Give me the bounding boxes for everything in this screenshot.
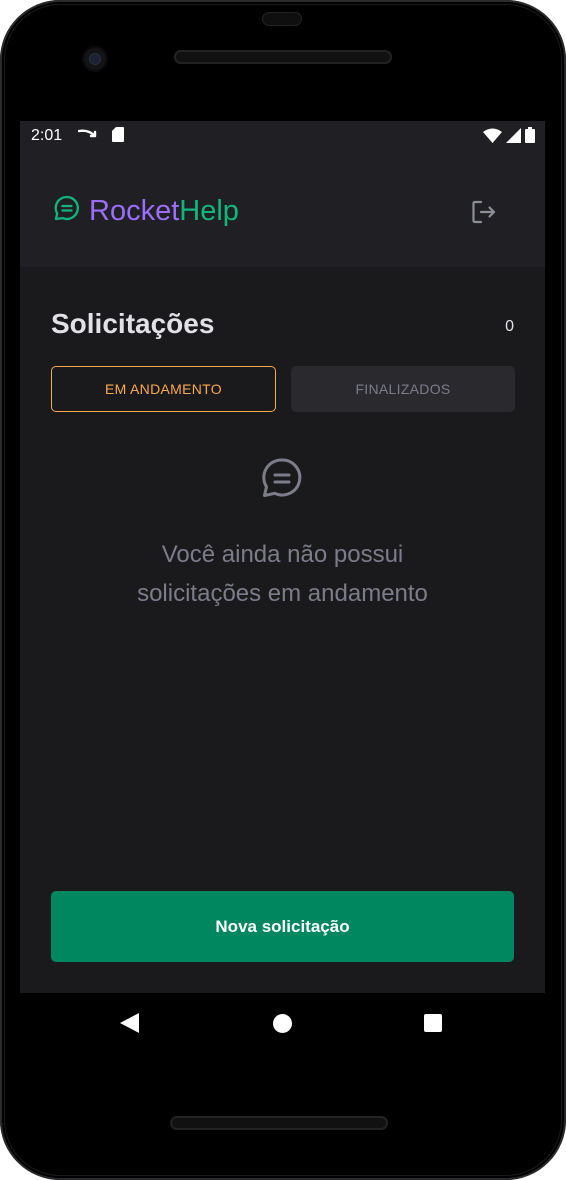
- phone-frame: 2:01 RocketHelp Solicitações 0 EM ANDAME…: [0, 0, 566, 1180]
- front-camera: [82, 46, 108, 72]
- status-time: 2:01: [31, 127, 63, 144]
- wifi-icon: [483, 128, 502, 148]
- new-request-button[interactable]: Nova solicitação: [51, 891, 514, 962]
- request-count: 0: [505, 318, 514, 335]
- status-system-icons: [483, 127, 535, 148]
- top-speaker: [174, 50, 392, 64]
- status-bar: 2:01: [20, 121, 545, 151]
- status-notification-icons: [77, 127, 124, 147]
- app-logo: RocketHelp: [53, 194, 239, 227]
- empty-message-line2: solicitações em andamento: [137, 580, 428, 607]
- route-arrow-icon: [77, 128, 98, 146]
- tab-em-andamento[interactable]: EM ANDAMENTO: [51, 366, 276, 412]
- chat-bubble-icon: [261, 457, 303, 499]
- earpiece-notch: [262, 12, 302, 26]
- title-row: Solicitações 0: [51, 306, 514, 346]
- battery-icon: [525, 127, 535, 148]
- page-title: Solicitações: [51, 308, 215, 339]
- app-screen: 2:01 RocketHelp Solicitações 0 EM ANDAME…: [20, 121, 545, 993]
- empty-state-message: Você ainda não possui solicitações em an…: [80, 535, 485, 613]
- sign-out-icon: [470, 198, 498, 231]
- empty-message-line1: Você ainda não possui: [161, 541, 404, 568]
- android-nav-bar: [20, 993, 545, 1053]
- recent-square-icon[interactable]: [424, 1014, 442, 1032]
- chat-bubble-icon: [53, 194, 81, 227]
- tab-label: FINALIZADOS: [355, 381, 451, 397]
- tab-label: EM ANDAMENTO: [105, 381, 222, 397]
- logout-button[interactable]: [467, 197, 501, 231]
- logo-wordmark: RocketHelp: [89, 195, 239, 227]
- app-header: RocketHelp: [20, 151, 545, 267]
- signal-icon: [506, 127, 521, 148]
- back-triangle-icon[interactable]: [120, 1013, 139, 1038]
- bottom-speaker: [170, 1116, 388, 1130]
- home-circle-icon[interactable]: [273, 1014, 292, 1033]
- logo-text-help: Help: [179, 194, 239, 227]
- sd-card-icon: [112, 127, 124, 147]
- tab-finalizados[interactable]: FINALIZADOS: [291, 366, 515, 412]
- logo-text-rocket: Rocket: [89, 194, 180, 227]
